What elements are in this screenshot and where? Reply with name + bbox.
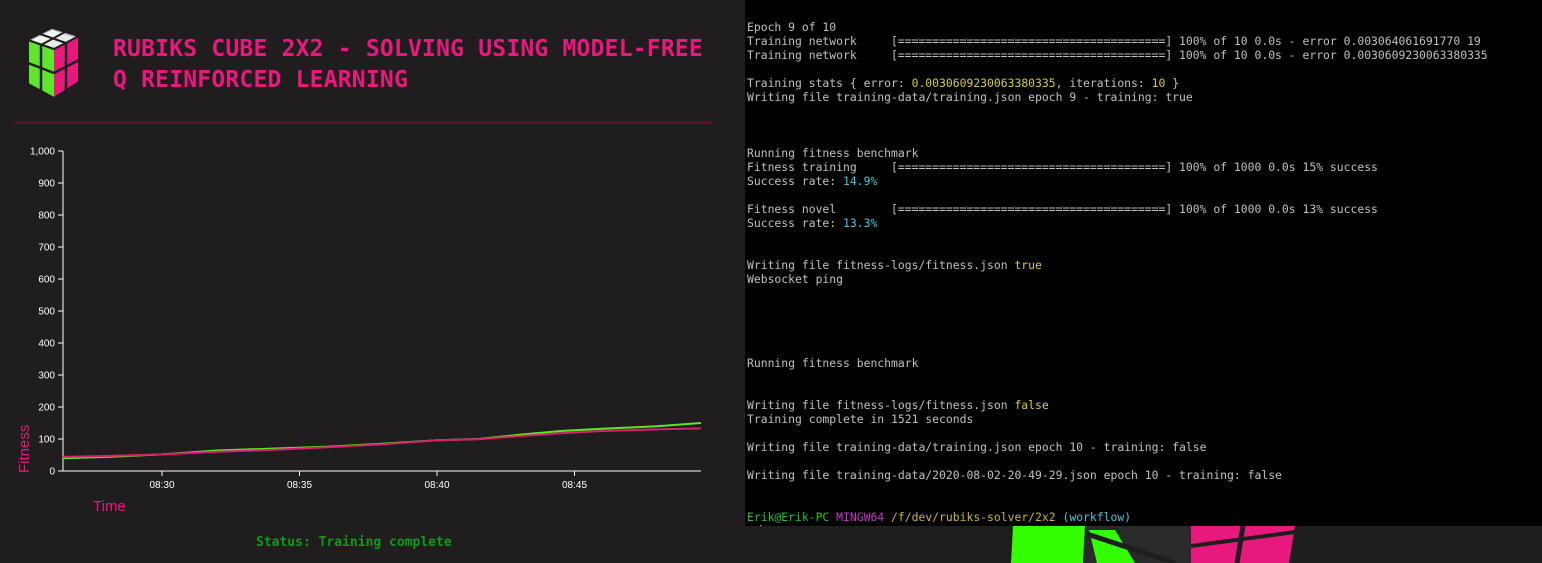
terminal-text: Training complete in 1521 seconds — [747, 412, 974, 426]
terminal-text: Running fitness benchmark — [747, 146, 919, 160]
terminal-line: Writing file fitness-logs/fitness.json f… — [747, 398, 1488, 412]
series-line-1 — [62, 422, 702, 460]
terminal-text: Websocket ping — [747, 272, 844, 286]
terminal-line: Writing file training-data/2020-08-02-20… — [747, 468, 1488, 482]
terminal-text: MINGW64 — [836, 510, 885, 524]
terminal-text: 0.0030609230063380335 — [911, 76, 1056, 90]
y-tick-label: 300 — [38, 371, 55, 382]
y-tick-label: 600 — [38, 275, 55, 286]
terminal-line: Websocket ping — [747, 272, 1488, 286]
terminal-text: Writing file training-data/training.json… — [747, 90, 1193, 104]
terminal-line: Running fitness benchmark — [747, 146, 1488, 160]
y-tick-label: 700 — [38, 243, 55, 254]
desktop-background-logo-icon — [1011, 526, 1296, 563]
terminal-text: } — [1165, 76, 1180, 90]
y-tick-label: 500 — [38, 307, 55, 318]
x-tick-label: 08:45 — [562, 480, 587, 491]
x-tick-label: 08:30 — [149, 480, 174, 491]
y-tick-label: 0 — [49, 467, 55, 478]
terminal-text: 13.3% — [843, 216, 878, 230]
title-divider — [14, 121, 712, 124]
terminal-text: Training network [======================… — [747, 48, 1488, 62]
x-tick-label: 08:35 — [287, 480, 312, 491]
terminal-line: Success rate: 13.3% — [747, 216, 1488, 230]
terminal-cursor[interactable] — [759, 525, 761, 526]
terminal-text: false — [1014, 398, 1049, 412]
app-panel: RUBIKS CUBE 2X2 - SOLVING USING MODEL-FR… — [0, 0, 745, 563]
terminal-text: Erik@Erik-PC — [747, 510, 830, 524]
y-tick-label: 200 — [38, 403, 55, 414]
terminal-text: /f/dev/rubiks-solver/2x2 — [891, 510, 1056, 524]
y-tick-label: 400 — [38, 339, 55, 350]
terminal-text: Writing file training-data/2020-08-02-20… — [747, 468, 1282, 482]
terminal-text: , iterations: — [1055, 76, 1152, 90]
terminal-line: Success rate: 14.9% — [747, 174, 1488, 188]
terminal-line: Training network [======================… — [747, 34, 1488, 48]
y-tick-label: 1,000 — [30, 147, 55, 158]
terminal-text: Success rate: — [747, 216, 844, 230]
terminal-text: Running fitness benchmark — [747, 356, 919, 370]
terminal-line: Erik@Erik-PC MINGW64 /f/dev/rubiks-solve… — [747, 510, 1488, 524]
terminal-line: Epoch 9 of 10 — [747, 20, 1488, 34]
training-status: Status: Training complete — [256, 535, 452, 550]
terminal-text: Fitness novel [=========================… — [747, 202, 1378, 216]
terminal-text: $ — [747, 524, 754, 526]
page-title: RUBIKS CUBE 2X2 - SOLVING USING MODEL-FR… — [113, 36, 703, 93]
x-tick-label: 08:40 — [424, 480, 449, 491]
series-layer — [62, 422, 702, 460]
terminal-line: Training complete in 1521 seconds — [747, 412, 1488, 426]
terminal-line: Running fitness benchmark — [747, 356, 1488, 370]
y-tick-label: 900 — [38, 179, 55, 190]
terminal-text: Training stats { error: — [747, 76, 912, 90]
terminal-text: Writing file fitness-logs/fitness.json — [747, 398, 1015, 412]
x-axis: 08:30 08:35 08:40 08:45 — [63, 470, 701, 491]
terminal-line: Writing file training-data/training.json… — [747, 90, 1488, 104]
terminal-text: 10 — [1151, 76, 1166, 90]
y-axis: 0 100 200 300 400 500 600 700 800 900 1,000 — [30, 147, 64, 478]
y-axis-label: Fitness — [16, 425, 33, 473]
terminal-line: Writing file fitness-logs/fitness.json t… — [747, 258, 1488, 272]
terminal-text: Writing file fitness-logs/fitness.json — [747, 258, 1015, 272]
terminal-text: Epoch 9 of 10 — [747, 20, 837, 34]
terminal-text: 14.9% — [843, 174, 878, 188]
terminal-line: Training stats { error: 0.00306092300633… — [747, 76, 1488, 90]
terminal-text: true — [1014, 258, 1042, 272]
terminal-text: Training network [======================… — [747, 34, 1481, 48]
terminal-line: Fitness novel [=========================… — [747, 202, 1488, 216]
terminal-output: Epoch 9 of 10 Training network [=========… — [747, 20, 1488, 526]
series-line-2 — [62, 427, 702, 458]
terminal-text: Success rate: — [747, 174, 844, 188]
terminal-window[interactable]: Epoch 9 of 10 Training network [=========… — [745, 0, 1542, 526]
fitness-chart: 01002003004005006007008009001,000 08:30 0… — [16, 147, 702, 515]
terminal-line: Writing file training-data/training.json… — [747, 440, 1488, 454]
terminal-text: Writing file training-data/training.json… — [747, 440, 1207, 454]
rubiks-cube-logo-icon — [26, 27, 80, 100]
y-tick-label: 100 — [38, 435, 55, 446]
terminal-line: Fitness training [======================… — [747, 160, 1488, 174]
terminal-text: (workflow) — [1062, 510, 1132, 524]
terminal-line: Training network [======================… — [747, 48, 1488, 62]
y-tick-label: 800 — [38, 211, 55, 222]
terminal-text: Fitness training [======================… — [747, 160, 1378, 174]
x-axis-label: Time — [93, 498, 126, 515]
